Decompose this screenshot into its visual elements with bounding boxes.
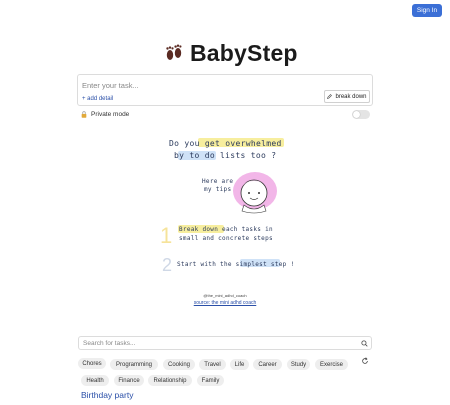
task-search-box xyxy=(78,336,372,350)
tips-aside-line2: my tips xyxy=(204,186,231,193)
app-logo: BabyStep xyxy=(164,38,298,68)
search-input[interactable] xyxy=(83,339,343,348)
category-chip-travel[interactable]: Travel xyxy=(199,359,226,370)
credit-source-link[interactable]: source: the mini adhd coach xyxy=(0,300,450,306)
private-mode-row: Private mode xyxy=(81,111,129,118)
tip2-number: 2 xyxy=(162,255,172,275)
private-mode-label: Private mode xyxy=(91,111,130,118)
category-chip-career[interactable]: Career xyxy=(253,359,282,370)
break-down-label: break down xyxy=(335,93,367,100)
lock-icon xyxy=(81,111,87,118)
task-input[interactable] xyxy=(82,79,322,91)
tips-illustration: Do you get overwhelmed by to do lists to… xyxy=(160,138,294,275)
category-chip-finance[interactable]: Finance xyxy=(114,375,144,386)
task-entry-card: + add detail break down xyxy=(77,74,373,106)
tip1-line2: small and concrete steps xyxy=(179,235,273,242)
tips-heading-line1: Do you get overwhelmed xyxy=(169,139,282,148)
footprints-icon xyxy=(166,44,182,60)
section-title[interactable]: Birthday party xyxy=(81,390,133,400)
category-chip-programming[interactable]: Programming xyxy=(110,359,158,370)
search-icon[interactable] xyxy=(361,340,368,347)
tips-heading-line2: by to do lists too ? xyxy=(174,151,276,160)
break-down-button[interactable]: break down xyxy=(324,90,370,103)
tip1-number: 1 xyxy=(160,223,172,248)
refresh-icon[interactable] xyxy=(361,357,369,365)
category-chip-study[interactable]: Study xyxy=(287,359,310,370)
app-title: BabyStep xyxy=(190,39,298,66)
category-chip-relationship[interactable]: Relationship xyxy=(148,375,192,386)
credit-handle: @the_mini_adhd_coach xyxy=(203,293,247,298)
category-chip-health[interactable]: Health xyxy=(81,375,109,386)
avatar-illustration xyxy=(233,172,277,214)
sign-in-button[interactable]: Sign In xyxy=(412,4,442,17)
category-chip-cooking[interactable]: Cooking xyxy=(163,359,195,370)
tips-aside-line1: Here are xyxy=(202,178,233,185)
tip1-line1: Break down each tasks in xyxy=(179,226,273,233)
category-chip-family[interactable]: Family xyxy=(197,375,224,386)
tip2-line: Start with the simplest step ! xyxy=(177,261,294,268)
add-detail-link[interactable]: + add detail xyxy=(82,96,113,102)
category-chip-exercise[interactable]: Exercise xyxy=(315,359,348,370)
private-mode-toggle[interactable] xyxy=(352,110,370,119)
pencil-icon xyxy=(327,94,333,99)
category-chip-chores[interactable]: Chores xyxy=(78,358,106,369)
category-chip-life[interactable]: Life xyxy=(230,359,249,370)
toggle-knob xyxy=(353,111,360,118)
